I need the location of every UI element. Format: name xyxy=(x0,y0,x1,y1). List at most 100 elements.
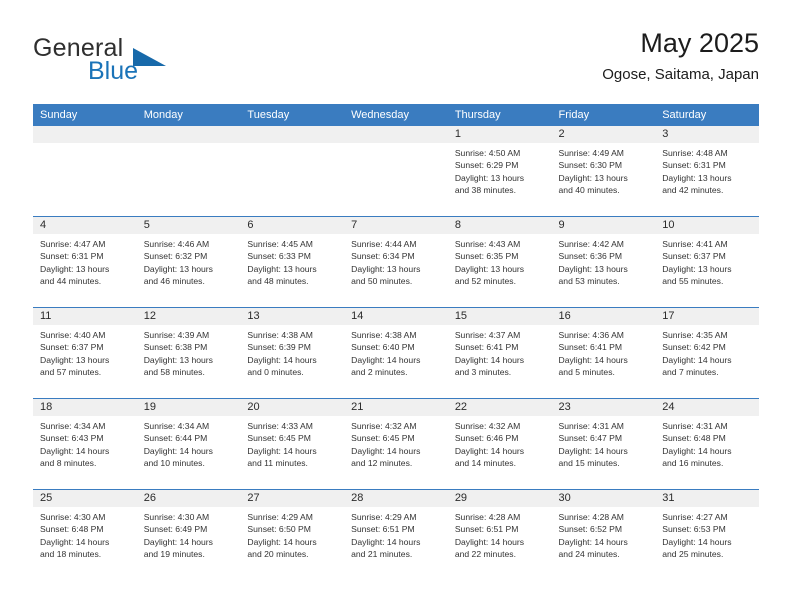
day-number: 12 xyxy=(136,308,241,325)
calendar-day-cell[interactable]: 29 Sunrise: 4:28 AM Sunset: 6:51 PM Dayligh… xyxy=(447,489,552,580)
day-cell-details: Sunrise: 4:46 AM Sunset: 6:32 PM Daylight:… xyxy=(137,234,241,287)
calendar-week-row: 4 Sunrise: 4:47 AM Sunset: 6:31 PM Daylight… xyxy=(33,216,759,308)
sunset-text: Sunset: 6:30 PM xyxy=(558,160,623,171)
day-cell-details: Sunrise: 4:30 AM Sunset: 6:48 PM Daylight:… xyxy=(33,507,137,560)
calendar-body: 1 Sunrise: 4:50 AM Sunset: 6:29 PM Daylight… xyxy=(33,126,759,580)
calendar-week-row: 18 Sunrise: 4:34 AM Sunset: 6:43 PM Dayligh… xyxy=(33,398,759,490)
column-header-tuesday: Tuesday xyxy=(240,104,345,126)
sunrise-text: Sunrise: 4:28 AM xyxy=(558,512,624,522)
calendar-day-cell[interactable]: 12 Sunrise: 4:39 AM Sunset: 6:38 PM Dayligh… xyxy=(136,307,241,399)
calendar-day-cell[interactable]: 1 Sunrise: 4:50 AM Sunset: 6:29 PM Daylight… xyxy=(447,126,552,217)
calendar-day-cell[interactable]: 8 Sunrise: 4:43 AM Sunset: 6:35 PM Daylight… xyxy=(447,216,552,308)
calendar-day-cell[interactable]: 21 Sunrise: 4:32 AM Sunset: 6:45 PM Dayligh… xyxy=(344,398,448,490)
calendar-day-cell[interactable]: 17 Sunrise: 4:35 AM Sunset: 6:42 PM Dayligh… xyxy=(655,307,759,399)
day-cell-inner: 4 Sunrise: 4:47 AM Sunset: 6:31 PM Daylight… xyxy=(33,217,137,307)
sunset-text: Sunset: 6:52 PM xyxy=(558,524,623,535)
calendar-day-cell[interactable]: 20 Sunrise: 4:33 AM Sunset: 6:45 PM Dayligh… xyxy=(240,398,345,490)
daylight-text-line1: Daylight: 14 hours xyxy=(247,354,317,365)
calendar-day-cell[interactable]: 24 Sunrise: 4:31 AM Sunset: 6:48 PM Dayligh… xyxy=(655,398,759,490)
calendar-day-cell[interactable]: 9 Sunrise: 4:42 AM Sunset: 6:36 PM Daylight… xyxy=(551,216,656,308)
calendar-day-cell[interactable]: 28 Sunrise: 4:29 AM Sunset: 6:51 PM Dayligh… xyxy=(344,489,448,580)
calendar-day-cell[interactable]: 30 Sunrise: 4:28 AM Sunset: 6:52 PM Dayligh… xyxy=(551,489,656,580)
sunset-text: Sunset: 6:37 PM xyxy=(662,251,726,262)
day-number: 2 xyxy=(551,126,656,143)
day-cell-details: Sunrise: 4:32 AM Sunset: 6:46 PM Daylight:… xyxy=(448,416,552,469)
calendar-day-cell[interactable]: 5 Sunrise: 4:46 AM Sunset: 6:32 PM Daylight… xyxy=(136,216,241,308)
day-cell-inner xyxy=(33,126,137,216)
daylight-text-line1: Daylight: 13 hours xyxy=(558,172,628,183)
day-cell-details: Sunrise: 4:41 AM Sunset: 6:37 PM Daylight:… xyxy=(655,234,759,287)
calendar-day-cell[interactable]: 19 Sunrise: 4:34 AM Sunset: 6:44 PM Dayligh… xyxy=(136,398,241,490)
calendar-day-cell[interactable]: 7 Sunrise: 4:44 AM Sunset: 6:34 PM Daylight… xyxy=(344,216,448,308)
day-cell-inner: 16 Sunrise: 4:36 AM Sunset: 6:41 PM Dayligh… xyxy=(551,308,656,398)
sunrise-text: Sunrise: 4:47 AM xyxy=(40,239,106,249)
sunset-text: Sunset: 6:41 PM xyxy=(454,342,519,353)
calendar-day-cell[interactable]: 4 Sunrise: 4:47 AM Sunset: 6:31 PM Daylight… xyxy=(33,216,137,308)
day-cell-details: Sunrise: 4:29 AM Sunset: 6:51 PM Daylight:… xyxy=(344,507,448,560)
sunrise-text: Sunrise: 4:41 AM xyxy=(662,239,728,249)
day-number: 9 xyxy=(551,217,656,234)
calendar-day-cell[interactable]: 13 Sunrise: 4:38 AM Sunset: 6:39 PM Dayligh… xyxy=(240,307,345,399)
sunrise-text: Sunrise: 4:34 AM xyxy=(40,421,106,431)
sunrise-text: Sunrise: 4:33 AM xyxy=(247,421,313,431)
daylight-text-line2: and 16 minutes. xyxy=(662,457,724,468)
calendar-day-cell[interactable]: 22 Sunrise: 4:32 AM Sunset: 6:46 PM Dayligh… xyxy=(447,398,552,490)
sunrise-text: Sunrise: 4:38 AM xyxy=(351,330,417,340)
sunrise-text: Sunrise: 4:27 AM xyxy=(662,512,728,522)
day-cell-details: Sunrise: 4:39 AM Sunset: 6:38 PM Daylight:… xyxy=(137,325,241,378)
sunrise-text: Sunrise: 4:30 AM xyxy=(40,512,106,522)
sunset-text: Sunset: 6:35 PM xyxy=(454,251,519,262)
daylight-text-line1: Daylight: 14 hours xyxy=(40,536,110,547)
sunset-text: Sunset: 6:33 PM xyxy=(247,251,311,262)
column-header-friday: Friday xyxy=(551,104,656,126)
calendar-day-cell[interactable]: 27 Sunrise: 4:29 AM Sunset: 6:50 PM Dayligh… xyxy=(240,489,345,580)
daylight-text-line1: Daylight: 14 hours xyxy=(247,536,317,547)
brand-logo[interactable]: General Blue xyxy=(33,34,253,90)
calendar-day-cell[interactable]: 18 Sunrise: 4:34 AM Sunset: 6:43 PM Dayligh… xyxy=(33,398,137,490)
day-cell-details: Sunrise: 4:30 AM Sunset: 6:49 PM Daylight:… xyxy=(137,507,241,560)
sunrise-text: Sunrise: 4:29 AM xyxy=(351,512,417,522)
calendar-day-cell[interactable]: 23 Sunrise: 4:31 AM Sunset: 6:47 PM Dayligh… xyxy=(551,398,656,490)
day-number xyxy=(136,126,241,143)
day-cell-details: Sunrise: 4:37 AM Sunset: 6:41 PM Daylight:… xyxy=(448,325,552,378)
day-number: 8 xyxy=(447,217,552,234)
calendar-cell-empty xyxy=(136,126,241,217)
sunset-text: Sunset: 6:36 PM xyxy=(558,251,623,262)
calendar-day-cell[interactable]: 6 Sunrise: 4:45 AM Sunset: 6:33 PM Daylight… xyxy=(240,216,345,308)
daylight-text-line1: Daylight: 13 hours xyxy=(454,263,525,274)
page-header: General Blue May 2025 Ogose, Saitama, Ja… xyxy=(33,26,759,100)
title-block: May 2025 Ogose, Saitama, Japan xyxy=(602,26,759,85)
calendar-page: General Blue May 2025 Ogose, Saitama, Ja… xyxy=(0,0,792,612)
day-cell-details: Sunrise: 4:48 AM Sunset: 6:31 PM Daylight:… xyxy=(655,143,759,196)
daylight-text-line2: and 48 minutes. xyxy=(247,275,309,286)
sunset-text: Sunset: 6:53 PM xyxy=(662,524,726,535)
calendar-day-cell[interactable]: 25 Sunrise: 4:30 AM Sunset: 6:48 PM Dayligh… xyxy=(33,489,137,580)
calendar-day-cell[interactable]: 31 Sunrise: 4:27 AM Sunset: 6:53 PM Dayligh… xyxy=(655,489,759,580)
sunset-text: Sunset: 6:29 PM xyxy=(454,160,519,171)
calendar-day-cell[interactable]: 2 Sunrise: 4:49 AM Sunset: 6:30 PM Daylight… xyxy=(551,126,656,217)
day-number: 20 xyxy=(240,399,345,416)
daylight-text-line1: Daylight: 13 hours xyxy=(662,263,732,274)
daylight-text-line2: and 8 minutes. xyxy=(40,457,97,468)
daylight-text-line2: and 38 minutes. xyxy=(454,184,516,195)
day-cell-inner: 11 Sunrise: 4:40 AM Sunset: 6:37 PM Dayligh… xyxy=(33,308,137,398)
column-header-thursday: Thursday xyxy=(447,104,552,126)
calendar-day-cell[interactable]: 10 Sunrise: 4:41 AM Sunset: 6:37 PM Dayligh… xyxy=(655,216,759,308)
day-number: 18 xyxy=(33,399,137,416)
calendar-day-cell[interactable]: 15 Sunrise: 4:37 AM Sunset: 6:41 PM Dayligh… xyxy=(447,307,552,399)
calendar-day-cell[interactable]: 26 Sunrise: 4:30 AM Sunset: 6:49 PM Dayligh… xyxy=(136,489,241,580)
day-cell-inner xyxy=(240,126,345,216)
day-number: 28 xyxy=(344,490,448,507)
day-cell-inner: 1 Sunrise: 4:50 AM Sunset: 6:29 PM Daylight… xyxy=(447,126,552,216)
day-cell-inner: 21 Sunrise: 4:32 AM Sunset: 6:45 PM Dayligh… xyxy=(344,399,448,489)
calendar-day-cell[interactable]: 3 Sunrise: 4:48 AM Sunset: 6:31 PM Daylight… xyxy=(655,126,759,217)
sunset-text: Sunset: 6:32 PM xyxy=(143,251,208,262)
calendar-day-cell[interactable]: 16 Sunrise: 4:36 AM Sunset: 6:41 PM Dayligh… xyxy=(551,307,656,399)
calendar-day-cell[interactable]: 14 Sunrise: 4:38 AM Sunset: 6:40 PM Dayligh… xyxy=(344,307,448,399)
calendar-day-cell[interactable]: 11 Sunrise: 4:40 AM Sunset: 6:37 PM Dayligh… xyxy=(33,307,137,399)
day-cell-inner: 31 Sunrise: 4:27 AM Sunset: 6:53 PM Dayligh… xyxy=(655,490,759,580)
daylight-text-line1: Daylight: 14 hours xyxy=(558,354,628,365)
column-header-monday: Monday xyxy=(136,104,241,126)
daylight-text-line1: Daylight: 14 hours xyxy=(351,354,421,365)
daylight-text-line2: and 50 minutes. xyxy=(351,275,413,286)
